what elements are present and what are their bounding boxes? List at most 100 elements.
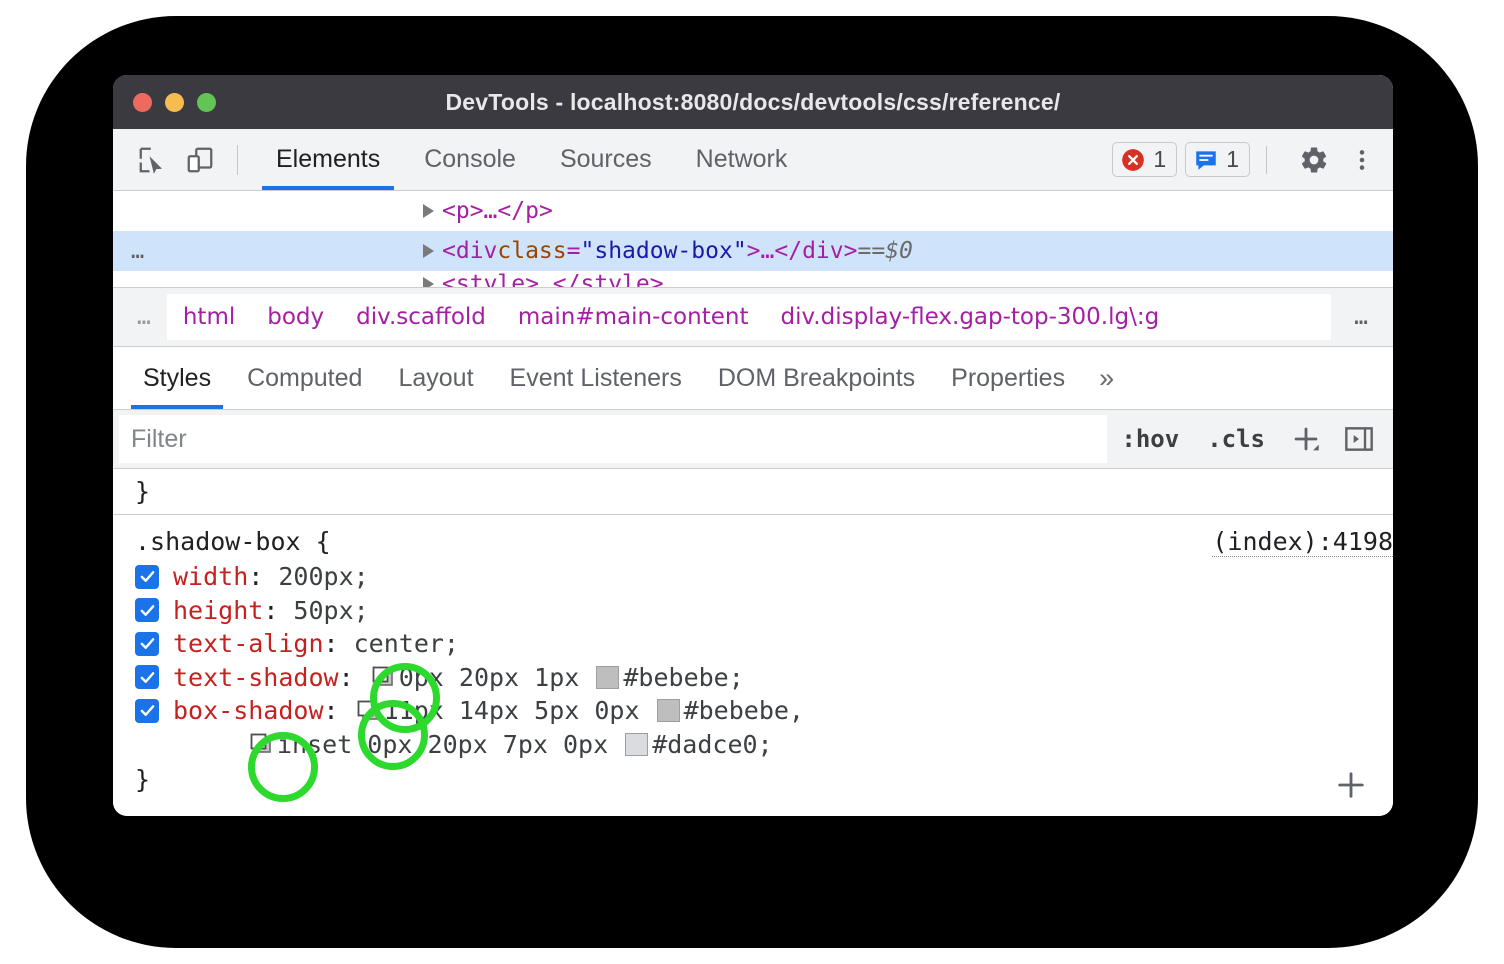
toggle-class-button[interactable]: .cls [1193,425,1279,453]
declaration-checkbox[interactable] [135,598,159,622]
sidebar-toggle-button[interactable] [1333,423,1393,455]
dom-ellipsis: … [761,238,775,264]
breadcrumb-right-overflow[interactable]: … [1331,294,1393,340]
breadcrumb-item-div-scaffold[interactable]: div.scaffold [340,304,502,330]
declaration-checkbox[interactable] [135,632,159,656]
toggle-element-state-button[interactable]: :hov [1107,425,1193,453]
dom-row-shadow-box[interactable]: … <div class="shadow-box">…</div> == $0 [113,231,1393,271]
devtools-toolbar: Elements Console Sources Network 1 1 [113,129,1393,191]
declaration-box-shadow-second-value[interactable]: inset 0px 20px 7px 0px #dadce0; [113,728,1393,762]
expand-arrow-icon[interactable] [423,244,434,258]
color-swatch[interactable] [596,666,619,689]
rule-selector[interactable]: .shadow-box { [135,527,331,556]
declaration-text-align[interactable]: text-align: center; [113,627,1393,661]
panel-tabs: Elements Console Sources Network [254,129,809,190]
minimize-window-button[interactable] [165,93,184,112]
message-count-badge[interactable]: 1 [1185,142,1250,177]
devtools-window: DevTools - localhost:8080/docs/devtools/… [113,75,1393,816]
tab-console[interactable]: Console [402,129,538,190]
toolbar-divider [237,145,238,175]
dom-tag-open: <div [442,238,497,264]
expand-arrow-icon[interactable] [423,277,434,287]
error-circle-icon [1120,147,1146,173]
property-value[interactable]: 200px; [278,563,368,591]
stylesheet-source-link[interactable]: (index):4198 [1212,527,1393,557]
message-icon [1193,147,1219,173]
dom-tag-partial: <style>…</style> [442,271,664,287]
close-window-button[interactable] [133,93,152,112]
property-color[interactable]: #bebebe, [684,697,804,725]
device-toolbar-icon[interactable] [183,143,217,177]
error-count: 1 [1153,146,1166,173]
text-shadow-editor-icon[interactable] [371,665,397,689]
property-color[interactable]: #bebebe; [623,664,743,692]
property-value[interactable]: center; [354,630,459,658]
new-style-rule-button[interactable] [1279,422,1333,456]
declaration-width[interactable]: width: 200px; [113,560,1393,594]
tab-dom-breakpoints[interactable]: DOM Breakpoints [700,347,933,409]
inset-shadow-editor-icon[interactable] [249,732,275,756]
window-title: DevTools - localhost:8080/docs/devtools/… [113,89,1393,116]
filter-input[interactable] [119,415,1107,463]
property-value[interactable]: 11px 14px 5px 0px [384,697,640,725]
tab-styles[interactable]: Styles [125,347,229,409]
property-value[interactable]: 50px; [293,597,368,625]
property-name[interactable]: text-shadow [173,664,339,692]
breadcrumb-items: html body div.scaffold main#main-content… [167,294,1393,340]
traffic-lights [133,93,216,112]
more-tabs-button[interactable]: » [1083,363,1130,394]
dom-row-partial[interactable]: <style>…</style> [113,271,1393,287]
property-name[interactable]: height [173,597,263,625]
dom-ellipsis: … [484,198,498,224]
breadcrumb-item-html[interactable]: html [167,304,251,330]
dom-dollar-zero: $0 [885,238,913,264]
error-count-badge[interactable]: 1 [1112,142,1177,177]
property-name[interactable]: width [173,563,248,591]
breadcrumb-item-body[interactable]: body [251,304,340,330]
tab-properties[interactable]: Properties [933,347,1083,409]
declaration-checkbox[interactable] [135,665,159,689]
tab-network[interactable]: Network [674,129,810,190]
previous-rule-close-brace: } [113,471,1393,510]
dom-selected-suffix: == [857,238,885,264]
dom-row-p[interactable]: <p>…</p> [113,191,1393,231]
declaration-height[interactable]: height: 50px; [113,594,1393,628]
add-declaration-button[interactable] [1333,767,1369,809]
more-vertical-icon[interactable] [1345,143,1379,177]
tab-sources[interactable]: Sources [538,129,674,190]
box-shadow-editor-icon[interactable] [356,699,382,723]
tab-elements[interactable]: Elements [254,129,402,190]
color-swatch[interactable] [625,733,648,756]
property-color[interactable]: #dadce0; [652,731,772,759]
dom-overflow-marker[interactable]: … [131,239,146,264]
rule-header: .shadow-box { (index):4198 [113,515,1393,560]
property-value[interactable]: 0px 20px 1px [399,664,580,692]
dom-tree: <p>…</p> … <div class="shadow-box">…</di… [113,191,1393,287]
styles-pane-tabs: Styles Computed Layout Event Listeners D… [113,347,1393,410]
breadcrumb-left-overflow[interactable]: … [113,304,167,330]
declaration-checkbox[interactable] [135,565,159,589]
property-name[interactable]: text-align [173,630,324,658]
window-titlebar: DevTools - localhost:8080/docs/devtools/… [113,75,1393,129]
message-count: 1 [1226,146,1239,173]
gear-icon[interactable] [1297,143,1331,177]
declaration-box-shadow[interactable]: box-shadow: 11px 14px 5px 0px #bebebe, [113,694,1393,728]
tab-computed[interactable]: Computed [229,347,380,409]
breadcrumb: … html body div.scaffold main#main-conte… [113,287,1393,347]
tab-event-listeners[interactable]: Event Listeners [492,347,700,409]
property-name[interactable]: box-shadow [173,697,324,725]
property-value[interactable]: inset 0px 20px 7px 0px [277,731,608,759]
dom-attr-name: class [497,238,566,264]
breadcrumb-item-div-display-flex[interactable]: div.display-flex.gap-top-300.lg\:g [764,304,1175,330]
declaration-text-shadow[interactable]: text-shadow: 0px 20px 1px #bebebe; [113,661,1393,695]
dom-tag-close: </div> [774,238,857,264]
tab-layout[interactable]: Layout [380,347,491,409]
breadcrumb-item-main-content[interactable]: main#main-content [502,304,765,330]
expand-arrow-icon[interactable] [423,204,434,218]
maximize-window-button[interactable] [197,93,216,112]
dom-tag-open-end: > [747,238,761,264]
color-swatch[interactable] [657,699,680,722]
declaration-checkbox[interactable] [135,699,159,723]
styles-filter-bar: :hov .cls [113,410,1393,469]
inspect-cursor-icon[interactable] [135,143,169,177]
